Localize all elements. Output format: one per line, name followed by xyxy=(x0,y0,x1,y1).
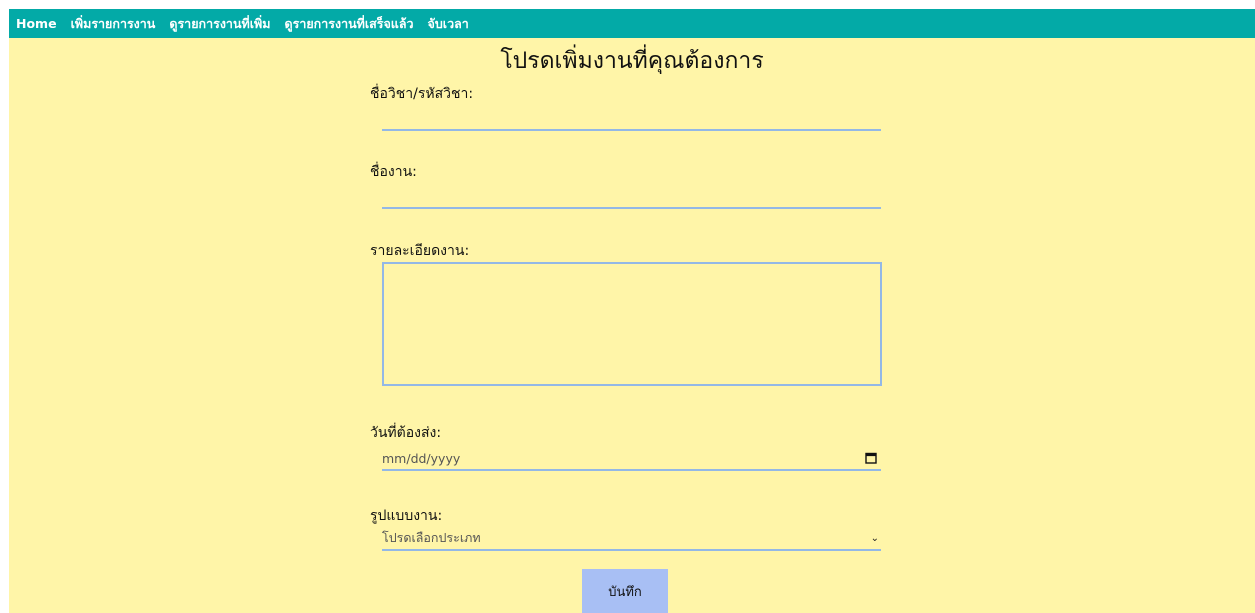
due-date-label: วันที่ต้องส่ง: xyxy=(370,425,442,441)
task-type-select[interactable]: โปรดเลือกประเภท ⌄ xyxy=(382,527,881,551)
task-type-selected: โปรดเลือกประเภท xyxy=(382,530,481,545)
due-date-input[interactable]: mm/dd/yyyy xyxy=(382,447,881,471)
task-name-input[interactable] xyxy=(382,185,881,209)
details-textarea[interactable] xyxy=(382,262,882,386)
page-title: โปรดเพิ่มงานที่คุณต้องการ xyxy=(500,48,764,74)
details-label: รายละเอียดงาน: xyxy=(370,243,470,259)
nav-home[interactable]: Home xyxy=(16,16,57,31)
subject-input[interactable] xyxy=(382,107,881,131)
subject-label: ชื่อวิชา/รหัสวิชา: xyxy=(370,86,474,102)
chevron-down-icon: ⌄ xyxy=(870,532,879,544)
due-date-placeholder: mm/dd/yyyy xyxy=(382,450,461,466)
save-button[interactable]: บันทึก xyxy=(582,569,668,613)
task-type-label: รูปแบบงาน: xyxy=(370,508,443,524)
nav-view-tasks[interactable]: ดูรายการงานที่เพิ่ม xyxy=(169,14,270,34)
page: Home เพิ่มรายการงาน ดูรายการงานที่เพิ่ม … xyxy=(9,9,1255,613)
calendar-icon[interactable] xyxy=(865,452,877,464)
nav-add-task[interactable]: เพิ่มรายการงาน xyxy=(71,14,156,34)
nav-timer[interactable]: จับเวลา xyxy=(428,14,469,34)
task-name-label: ชื่องาน: xyxy=(370,164,417,180)
top-nav: Home เพิ่มรายการงาน ดูรายการงานที่เพิ่ม … xyxy=(9,9,1255,38)
nav-completed-tasks[interactable]: ดูรายการงานที่เสร็จแล้ว xyxy=(284,14,413,34)
